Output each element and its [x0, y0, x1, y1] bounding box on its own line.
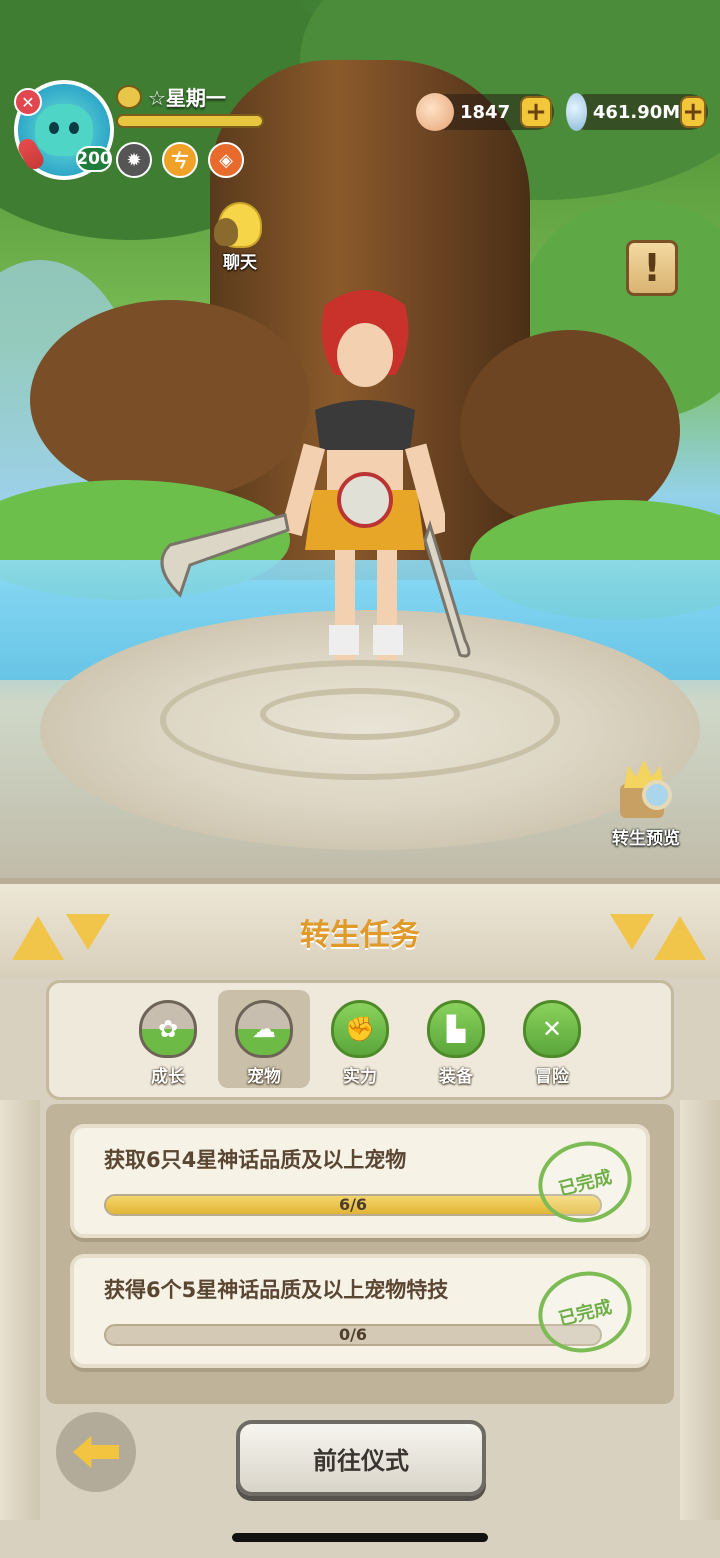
growth-icon: ✿ [139, 1000, 197, 1058]
completed-stamp: 已完成 [529, 1131, 641, 1233]
chat-button[interactable]: 聊天 [204, 202, 276, 273]
task-item[interactable]: 获取6只4星神话品质及以上宠物 6/6 已完成 [70, 1124, 650, 1238]
tab-strength[interactable]: ✊ 实力 [314, 990, 406, 1088]
go-to-ritual-button[interactable]: 前往仪式 [236, 1420, 486, 1496]
bone-sword-left [160, 513, 290, 598]
coin-badge-icon[interactable]: ㄘ [162, 142, 198, 178]
experience-bar [116, 114, 264, 128]
pet-icon: ☁ [235, 1000, 293, 1058]
tab-adventure[interactable]: ✕ 冒险 [506, 990, 598, 1088]
completed-stamp: 已完成 [529, 1261, 641, 1363]
deco-triangle-up-icon [654, 916, 706, 960]
task-progress-text: 0/6 [338, 1325, 368, 1344]
back-arrow-icon [73, 1436, 119, 1468]
shell-currency: 1847 + [416, 93, 554, 131]
shell-icon [416, 93, 454, 131]
pin-icon: ✕ [14, 88, 42, 116]
rebirth-preview-label: 转生预览 [612, 829, 680, 849]
gem-currency: 461.90M + [566, 93, 708, 131]
shell-amount: 1847 [460, 101, 511, 123]
task-item[interactable]: 获得6个5星神话品质及以上宠物特技 0/6 已完成 [70, 1254, 650, 1368]
task-progress-bar: 6/6 [104, 1194, 602, 1216]
deco-triangle-down-icon [610, 914, 654, 950]
rebirth-preview-button[interactable]: 转生预览 [604, 758, 688, 849]
deco-triangle-down-icon [66, 914, 110, 950]
shield-badge-icon[interactable]: ◈ [208, 142, 244, 178]
tab-pets[interactable]: ☁ 宠物 [218, 990, 310, 1088]
bone-sword-right [423, 520, 471, 658]
player-name-row: ☆星期一 [116, 82, 226, 111]
tree-root-left [30, 300, 310, 500]
tab-growth[interactable]: ✿ 成长 [122, 990, 214, 1088]
tab-label: 冒险 [535, 1067, 569, 1087]
back-button[interactable] [56, 1412, 136, 1492]
panel-pillar-right [680, 1100, 720, 1520]
home-indicator[interactable] [232, 1533, 488, 1542]
task-title: 获得6个5星神话品质及以上宠物特技 [104, 1278, 449, 1302]
task-title: 获取6只4星神话品质及以上宠物 [104, 1148, 407, 1172]
gem-icon [566, 93, 587, 131]
tab-label: 成长 [151, 1067, 185, 1087]
boot-icon: ▙ [427, 1000, 485, 1058]
tab-label: 实力 [343, 1067, 377, 1087]
player-name: ☆星期一 [148, 86, 226, 110]
swords-icon: ✕ [523, 1000, 581, 1058]
task-progress-text: 6/6 [338, 1195, 368, 1214]
chat-label: 聊天 [223, 253, 257, 273]
task-progress-bar: 0/6 [104, 1324, 602, 1346]
add-gem-button[interactable]: + [680, 96, 706, 128]
deco-triangle-up-icon [12, 916, 64, 960]
tab-equipment[interactable]: ▙ 装备 [410, 990, 502, 1088]
gem-amount: 461.90M [592, 101, 681, 123]
tab-label: 宠物 [247, 1067, 281, 1087]
add-shell-button[interactable]: + [520, 96, 552, 128]
status-badges: ✹ ㄘ ◈ [116, 142, 244, 178]
crown-magnifier-icon [616, 758, 676, 824]
muscle-icon: ✊ [331, 1000, 389, 1058]
tab-label: 装备 [439, 1067, 473, 1087]
quest-scroll-icon[interactable]: ! [626, 240, 678, 296]
level-badge: 200 [76, 146, 112, 172]
chat-ghost-icon [214, 202, 262, 248]
mood-face-icon [116, 84, 142, 109]
panel-pillar-left [0, 1100, 40, 1520]
gear-badge-icon[interactable]: ✹ [116, 142, 152, 178]
